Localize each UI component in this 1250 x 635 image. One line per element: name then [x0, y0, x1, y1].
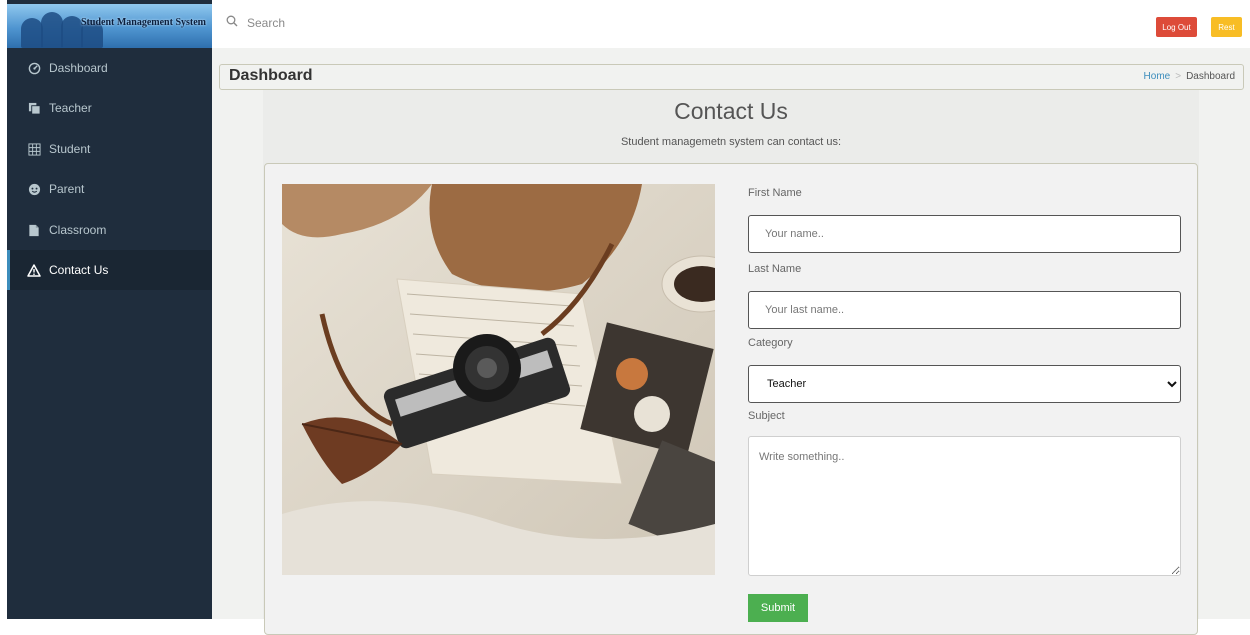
logo-figure	[41, 12, 63, 48]
logout-button[interactable]: Log Out	[1156, 17, 1197, 37]
sidebar-item-label: Parent	[49, 182, 85, 196]
main-content: Dashboard Home > Dashboard Contact Us Stud…	[212, 48, 1250, 635]
sidebar-item-parent[interactable]: Parent	[7, 169, 212, 209]
sidebar-item-label: Teacher	[49, 101, 92, 115]
logo-figure	[61, 16, 83, 48]
breadcrumb-separator-icon: >	[1175, 71, 1182, 82]
search-input[interactable]	[245, 12, 499, 34]
classroom-icon	[27, 223, 41, 237]
sidebar-item-label: Contact Us	[49, 263, 109, 277]
contact-card: First Name Last Name Category Teacher Su…	[264, 163, 1198, 635]
category-select[interactable]: Teacher	[748, 365, 1181, 403]
parent-icon	[27, 182, 41, 196]
sidebar-item-teacher[interactable]: Teacher	[7, 88, 212, 128]
student-icon	[27, 142, 41, 156]
sidebar-item-label: Classroom	[49, 223, 107, 237]
search-icon	[226, 14, 238, 32]
contact-photo	[282, 184, 715, 575]
breadcrumb: Home > Dashboard	[1144, 71, 1235, 82]
sidebar-item-classroom[interactable]: Classroom	[7, 210, 212, 250]
teacher-icon	[27, 101, 41, 115]
sidebar-item-label: Dashboard	[49, 61, 108, 75]
subject-label: Subject	[748, 410, 785, 422]
last-name-label: Last Name	[748, 263, 802, 275]
rest-button[interactable]: Rest	[1211, 17, 1242, 37]
sidebar-item-contact-us[interactable]: Contact Us	[7, 250, 212, 290]
top-bar: Log Out Rest	[212, 0, 1250, 48]
first-name-label: First Name	[748, 187, 802, 199]
sidebar-item-student[interactable]: Student	[7, 129, 212, 169]
last-name-field[interactable]	[748, 291, 1181, 329]
logo-figure	[21, 18, 43, 48]
breadcrumb-current: Dashboard	[1186, 71, 1235, 82]
dashboard-icon	[27, 61, 41, 75]
sidebar-item-dashboard[interactable]: Dashboard	[7, 48, 212, 88]
logo-text: Student Management System	[81, 17, 206, 28]
sidebar: Student Management System Dashboard Teac…	[7, 0, 212, 619]
app-logo[interactable]: Student Management System	[7, 4, 212, 48]
contact-subtitle: Student managemetn system can contact us…	[620, 136, 842, 148]
category-label: Category	[748, 337, 793, 349]
warning-icon	[27, 263, 41, 277]
submit-button[interactable]: Submit	[748, 594, 808, 622]
breadcrumb-home-link[interactable]: Home	[1144, 71, 1171, 82]
sidebar-item-label: Student	[49, 142, 91, 156]
page-title: Dashboard	[229, 67, 313, 84]
page-header: Dashboard Home > Dashboard	[219, 64, 1244, 90]
subject-textarea[interactable]	[748, 436, 1181, 576]
contact-title: Contact Us	[674, 98, 788, 124]
contact-section: Contact Us Student managemetn system can…	[263, 90, 1199, 635]
first-name-field[interactable]	[748, 215, 1181, 253]
